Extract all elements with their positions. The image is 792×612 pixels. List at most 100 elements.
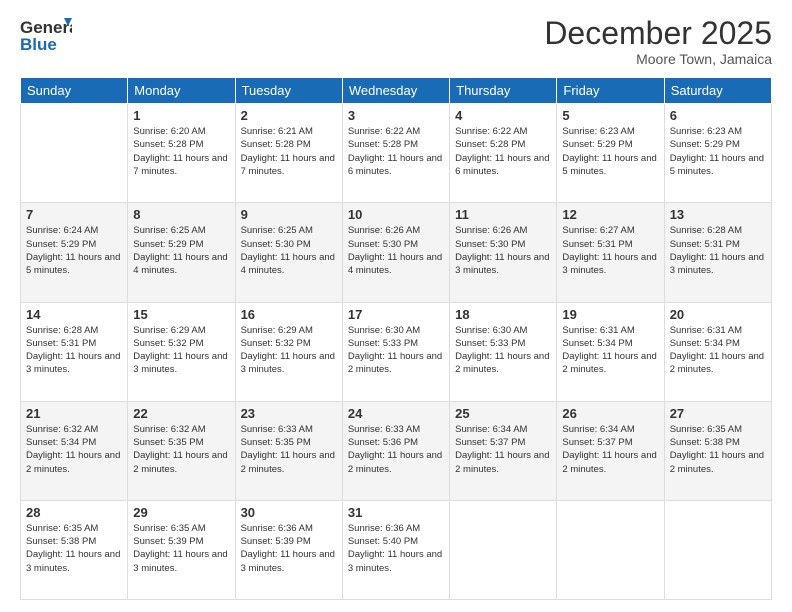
- day-number: 3: [348, 108, 444, 123]
- cell-info: Sunrise: 6:28 AMSunset: 5:31 PMDaylight:…: [26, 324, 122, 377]
- cell-info: Sunrise: 6:25 AMSunset: 5:30 PMDaylight:…: [241, 224, 337, 277]
- cell-info: Sunrise: 6:26 AMSunset: 5:30 PMDaylight:…: [455, 224, 551, 277]
- cell-info: Sunrise: 6:35 AMSunset: 5:38 PMDaylight:…: [26, 522, 122, 575]
- cell-info: Sunrise: 6:22 AMSunset: 5:28 PMDaylight:…: [348, 125, 444, 178]
- day-number: 6: [670, 108, 766, 123]
- cell-info: Sunrise: 6:26 AMSunset: 5:30 PMDaylight:…: [348, 224, 444, 277]
- cell-info: Sunrise: 6:22 AMSunset: 5:28 PMDaylight:…: [455, 125, 551, 178]
- day-number: 25: [455, 406, 551, 421]
- calendar-cell: 20Sunrise: 6:31 AMSunset: 5:34 PMDayligh…: [664, 302, 771, 401]
- cell-info: Sunrise: 6:35 AMSunset: 5:38 PMDaylight:…: [670, 423, 766, 476]
- calendar-cell: 7Sunrise: 6:24 AMSunset: 5:29 PMDaylight…: [21, 203, 128, 302]
- day-number: 1: [133, 108, 229, 123]
- day-number: 20: [670, 307, 766, 322]
- calendar-table: SundayMondayTuesdayWednesdayThursdayFrid…: [20, 77, 772, 600]
- calendar-week-row-4: 21 Sunrise: 6:32 AMSunset: 5:34 PMDayligh…: [21, 401, 772, 500]
- cell-info: Sunrise: 6:21 AMSunset: 5:28 PMDaylight:…: [241, 125, 337, 178]
- calendar-cell: 8Sunrise: 6:25 AMSunset: 5:29 PMDaylight…: [128, 203, 235, 302]
- calendar-cell: 2 Sunrise: 6:21 AMSunset: 5:28 PMDaylight…: [235, 104, 342, 203]
- cell-info: Sunrise: 6:34 AMSunset: 5:37 PMDaylight:…: [562, 423, 658, 476]
- day-number: 28: [26, 505, 122, 520]
- day-number: 11: [455, 207, 551, 222]
- location: Moore Town, Jamaica: [544, 51, 772, 67]
- calendar-week-row-3: 14 Sunrise: 6:28 AMSunset: 5:31 PMDayligh…: [21, 302, 772, 401]
- day-number: 10: [348, 207, 444, 222]
- logo-svg: GeneralBlue: [20, 16, 72, 54]
- cell-info: Sunrise: 6:28 AMSunset: 5:31 PMDaylight:…: [670, 224, 766, 277]
- calendar-week-row-1: 1Sunrise: 6:20 AMSunset: 5:28 PMDaylight…: [21, 104, 772, 203]
- weekday-header-tuesday: Tuesday: [235, 78, 342, 104]
- day-number: 5: [562, 108, 658, 123]
- calendar-cell: [557, 500, 664, 599]
- cell-info: Sunrise: 6:32 AMSunset: 5:35 PMDaylight:…: [133, 423, 229, 476]
- day-number: 31: [348, 505, 444, 520]
- calendar-cell: 23Sunrise: 6:33 AMSunset: 5:35 PMDayligh…: [235, 401, 342, 500]
- weekday-header-monday: Monday: [128, 78, 235, 104]
- weekday-header-friday: Friday: [557, 78, 664, 104]
- day-number: 7: [26, 207, 122, 222]
- cell-info: Sunrise: 6:29 AMSunset: 5:32 PMDaylight:…: [241, 324, 337, 377]
- calendar-cell: 30Sunrise: 6:36 AMSunset: 5:39 PMDayligh…: [235, 500, 342, 599]
- day-number: 18: [455, 307, 551, 322]
- day-number: 15: [133, 307, 229, 322]
- calendar-cell: [664, 500, 771, 599]
- day-number: 2: [241, 108, 337, 123]
- calendar-cell: 29Sunrise: 6:35 AMSunset: 5:39 PMDayligh…: [128, 500, 235, 599]
- calendar-cell: 1Sunrise: 6:20 AMSunset: 5:28 PMDaylight…: [128, 104, 235, 203]
- day-number: 26: [562, 406, 658, 421]
- day-number: 19: [562, 307, 658, 322]
- cell-info: Sunrise: 6:30 AMSunset: 5:33 PMDaylight:…: [455, 324, 551, 377]
- calendar-cell: 27 Sunrise: 6:35 AMSunset: 5:38 PMDayligh…: [664, 401, 771, 500]
- svg-text:Blue: Blue: [20, 35, 57, 54]
- calendar-cell: [21, 104, 128, 203]
- calendar-cell: 16Sunrise: 6:29 AMSunset: 5:32 PMDayligh…: [235, 302, 342, 401]
- calendar-cell: 3 Sunrise: 6:22 AMSunset: 5:28 PMDaylight…: [342, 104, 449, 203]
- day-number: 24: [348, 406, 444, 421]
- day-number: 14: [26, 307, 122, 322]
- calendar-cell: 25 Sunrise: 6:34 AMSunset: 5:37 PMDayligh…: [450, 401, 557, 500]
- cell-info: Sunrise: 6:29 AMSunset: 5:32 PMDaylight:…: [133, 324, 229, 377]
- calendar-cell: 4 Sunrise: 6:22 AMSunset: 5:28 PMDaylight…: [450, 104, 557, 203]
- day-number: 9: [241, 207, 337, 222]
- cell-info: Sunrise: 6:25 AMSunset: 5:29 PMDaylight:…: [133, 224, 229, 277]
- calendar-week-row-2: 7Sunrise: 6:24 AMSunset: 5:29 PMDaylight…: [21, 203, 772, 302]
- weekday-header-saturday: Saturday: [664, 78, 771, 104]
- header: GeneralBlue December 2025 Moore Town, Ja…: [20, 16, 772, 67]
- cell-info: Sunrise: 6:23 AMSunset: 5:29 PMDaylight:…: [562, 125, 658, 178]
- cell-info: Sunrise: 6:32 AMSunset: 5:34 PMDaylight:…: [26, 423, 122, 476]
- day-number: 4: [455, 108, 551, 123]
- cell-info: Sunrise: 6:36 AMSunset: 5:40 PMDaylight:…: [348, 522, 444, 575]
- day-number: 12: [562, 207, 658, 222]
- calendar-cell: 22 Sunrise: 6:32 AMSunset: 5:35 PMDayligh…: [128, 401, 235, 500]
- logo: GeneralBlue: [20, 16, 72, 54]
- day-number: 17: [348, 307, 444, 322]
- calendar-cell: 12 Sunrise: 6:27 AMSunset: 5:31 PMDayligh…: [557, 203, 664, 302]
- cell-info: Sunrise: 6:31 AMSunset: 5:34 PMDaylight:…: [562, 324, 658, 377]
- day-number: 22: [133, 406, 229, 421]
- weekday-header-sunday: Sunday: [21, 78, 128, 104]
- calendar-cell: 19 Sunrise: 6:31 AMSunset: 5:34 PMDayligh…: [557, 302, 664, 401]
- calendar-cell: 17Sunrise: 6:30 AMSunset: 5:33 PMDayligh…: [342, 302, 449, 401]
- calendar-cell: 18 Sunrise: 6:30 AMSunset: 5:33 PMDayligh…: [450, 302, 557, 401]
- day-number: 13: [670, 207, 766, 222]
- cell-info: Sunrise: 6:23 AMSunset: 5:29 PMDaylight:…: [670, 125, 766, 178]
- calendar-cell: 21 Sunrise: 6:32 AMSunset: 5:34 PMDayligh…: [21, 401, 128, 500]
- calendar-cell: 10 Sunrise: 6:26 AMSunset: 5:30 PMDayligh…: [342, 203, 449, 302]
- day-number: 27: [670, 406, 766, 421]
- calendar-cell: 26 Sunrise: 6:34 AMSunset: 5:37 PMDayligh…: [557, 401, 664, 500]
- calendar-cell: 31 Sunrise: 6:36 AMSunset: 5:40 PMDayligh…: [342, 500, 449, 599]
- cell-info: Sunrise: 6:34 AMSunset: 5:37 PMDaylight:…: [455, 423, 551, 476]
- calendar-cell: 9 Sunrise: 6:25 AMSunset: 5:30 PMDaylight…: [235, 203, 342, 302]
- cell-info: Sunrise: 6:27 AMSunset: 5:31 PMDaylight:…: [562, 224, 658, 277]
- page: GeneralBlue December 2025 Moore Town, Ja…: [0, 0, 792, 612]
- title-block: December 2025 Moore Town, Jamaica: [544, 16, 772, 67]
- weekday-header-wednesday: Wednesday: [342, 78, 449, 104]
- calendar-cell: 13 Sunrise: 6:28 AMSunset: 5:31 PMDayligh…: [664, 203, 771, 302]
- weekday-header-thursday: Thursday: [450, 78, 557, 104]
- calendar-header-row: SundayMondayTuesdayWednesdayThursdayFrid…: [21, 78, 772, 104]
- month-title: December 2025: [544, 16, 772, 51]
- day-number: 21: [26, 406, 122, 421]
- calendar-cell: [450, 500, 557, 599]
- cell-info: Sunrise: 6:36 AMSunset: 5:39 PMDaylight:…: [241, 522, 337, 575]
- cell-info: Sunrise: 6:35 AMSunset: 5:39 PMDaylight:…: [133, 522, 229, 575]
